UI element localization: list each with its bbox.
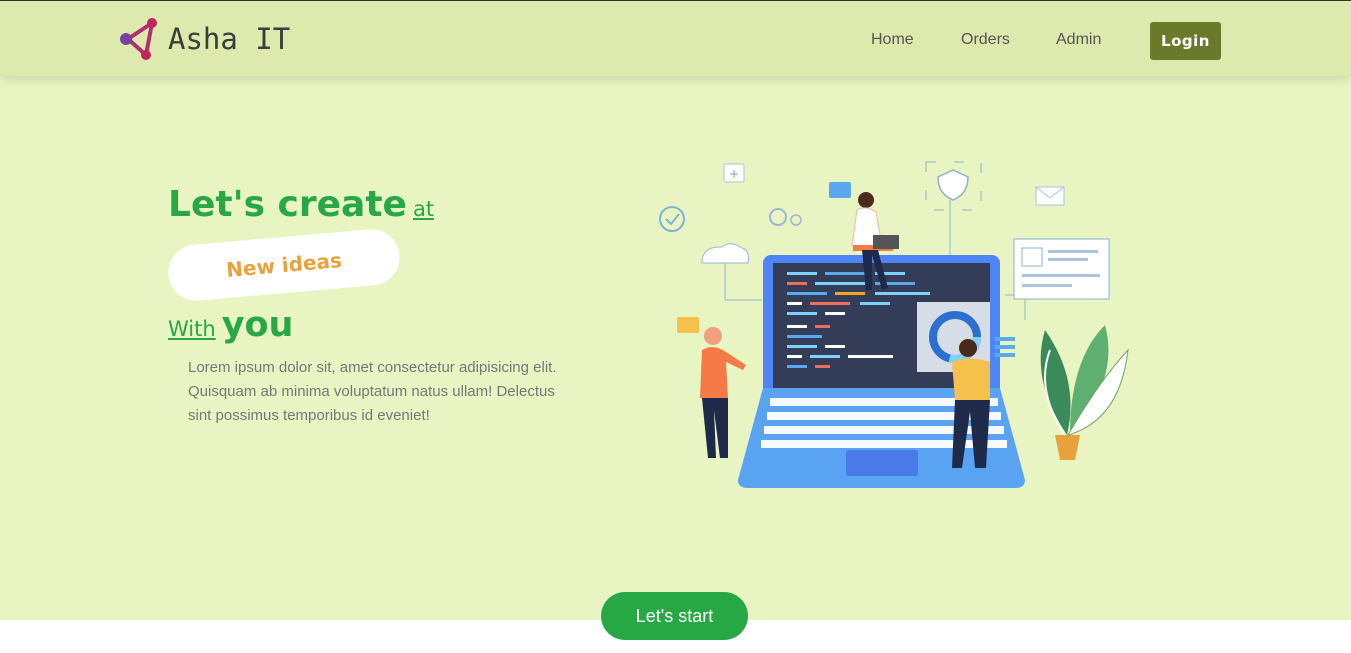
triangle-nodes-icon	[120, 18, 157, 60]
brand-name: Asha IT	[168, 22, 291, 56]
headline-line1: Let's create at	[168, 184, 434, 225]
pill-text: New ideas	[225, 247, 343, 283]
with-text: With	[168, 317, 216, 341]
nav-admin-link[interactable]: Admin	[1056, 31, 1101, 49]
headline-small-text: at	[412, 197, 435, 221]
svg-text:+: +	[729, 167, 739, 181]
brand-logo[interactable]: Asha IT	[118, 16, 290, 62]
headline-big-text: Let's create	[168, 184, 407, 225]
nav-orders-link[interactable]: Orders	[961, 31, 1010, 49]
headline-line3: With you	[168, 305, 293, 345]
lets-start-button[interactable]: Let's start	[601, 592, 748, 640]
you-text: you	[221, 305, 294, 345]
nav-home-link[interactable]: Home	[871, 31, 914, 49]
login-button[interactable]: Login	[1150, 22, 1221, 60]
hero-description: Lorem ipsum dolor sit, amet consectetur …	[188, 359, 557, 424]
developer-laptop-illustration: +	[659, 161, 1129, 488]
navbar: Asha IT Home Orders Admin Login	[0, 1, 1351, 76]
